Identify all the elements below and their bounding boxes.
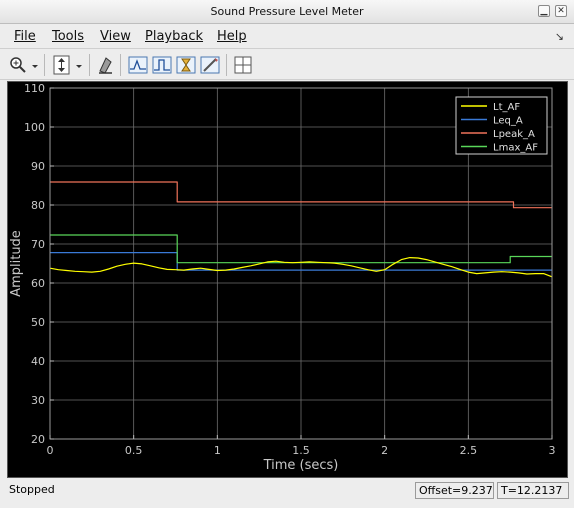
status-state: Stopped bbox=[9, 483, 55, 496]
y-tick-label: 110 bbox=[24, 82, 45, 95]
y-tick-label: 40 bbox=[31, 355, 45, 368]
x-tick-label: 0.5 bbox=[125, 444, 143, 457]
x-tick-label: 0 bbox=[47, 444, 54, 457]
y-axis-label: Amplitude bbox=[9, 230, 24, 297]
status-bar: Stopped Offset=9.237 T=12.2137 bbox=[0, 479, 574, 508]
y-tick-label: 100 bbox=[24, 121, 45, 134]
x-tick-label: 1.5 bbox=[292, 444, 310, 457]
y-tick-label: 60 bbox=[31, 277, 45, 290]
y-tick-label: 70 bbox=[31, 238, 45, 251]
x-tick-label: 1 bbox=[214, 444, 221, 457]
legend-entry-label[interactable]: Leq_A bbox=[493, 116, 523, 127]
x-axis-label: Time (secs) bbox=[263, 458, 339, 473]
status-offset: Offset=9.237 bbox=[415, 482, 494, 499]
x-tick-label: 3 bbox=[549, 444, 556, 457]
y-tick-label: 20 bbox=[31, 433, 45, 446]
status-time: T=12.2137 bbox=[497, 482, 569, 499]
legend-entry-label[interactable]: Lmax_AF bbox=[493, 143, 538, 154]
y-tick-label: 90 bbox=[31, 160, 45, 173]
legend-entry-label[interactable]: Lt_AF bbox=[493, 102, 520, 113]
y-tick-label: 50 bbox=[31, 316, 45, 329]
legend[interactable]: Lt_AF Leq_A Lpeak_A Lmax_AF bbox=[455, 96, 548, 155]
x-tick-label: 2.5 bbox=[460, 444, 478, 457]
x-tick-label: 2 bbox=[381, 444, 388, 457]
legend-entry-label[interactable]: Lpeak_A bbox=[493, 129, 535, 140]
y-tick-label: 30 bbox=[31, 394, 45, 407]
y-tick-label: 80 bbox=[31, 199, 45, 212]
amplitude-chart[interactable]: 0 0.5 1 1.5 2 2.5 3 20 30 40 50 60 70 80 90 100 110 Time … bbox=[0, 0, 574, 508]
